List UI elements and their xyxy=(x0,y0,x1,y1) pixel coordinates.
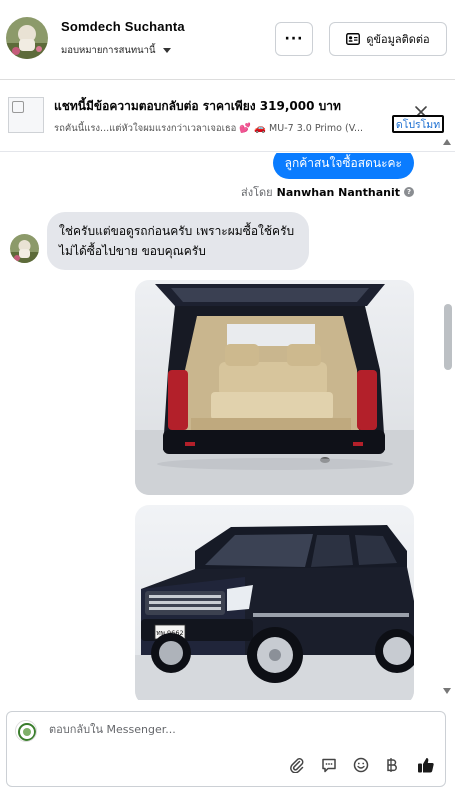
reply-composer xyxy=(6,711,446,787)
help-icon[interactable]: ? xyxy=(404,187,414,197)
payment-button[interactable] xyxy=(381,754,403,776)
message-thread[interactable]: ลูกค้าสนใจซื้อสดนะคะ ส่งโดย Nanwhan Nant… xyxy=(0,153,455,700)
attach-icon xyxy=(290,758,304,773)
page-avatar xyxy=(15,720,37,742)
scrollbar-thumb[interactable] xyxy=(444,304,452,370)
promote-button[interactable]: ดโปรโมท xyxy=(392,115,444,133)
sent-by-line: ส่งโดย Nanwhan Nanthanit ? xyxy=(241,183,414,201)
like-button[interactable] xyxy=(415,754,437,776)
sent-by-name: Nanwhan Nanthanit xyxy=(276,185,400,199)
outgoing-message[interactable]: ลูกค้าสนใจซื้อสดนะคะ xyxy=(272,153,414,179)
banner-subtitle: รถคันนี้แรง...แต่หัวใจผมแรงกว่าเวลาเจอเธ… xyxy=(54,123,364,134)
view-contact-info-button[interactable]: ดูข้อมูลติดต่อ xyxy=(329,22,447,56)
promote-label: ดโปรโมท xyxy=(395,118,441,131)
emoji-button[interactable] xyxy=(350,754,372,776)
conversation-header: Somdech Suchanta มอบหมายการสนทนานี้ ··· … xyxy=(0,0,455,80)
sent-by-prefix: ส่งโดย xyxy=(241,186,273,199)
like-icon xyxy=(418,758,434,773)
assign-label: มอบหมายการสนทนานี้ xyxy=(61,45,156,56)
follow-up-banner: แชทนี้มีข้อความตอบกลับต่อ ราคาเพียง 319,… xyxy=(0,81,455,152)
contact-info-label: ดูข้อมูลติดต่อ xyxy=(366,33,430,46)
assign-conversation-dropdown[interactable]: มอบหมายการสนทนานี้ xyxy=(61,43,171,58)
car-rear-photo[interactable] xyxy=(135,280,414,495)
reply-input[interactable] xyxy=(49,723,429,736)
scroll-up-arrow[interactable] xyxy=(443,139,451,145)
more-options-button[interactable]: ··· xyxy=(275,22,313,56)
contact-card-icon xyxy=(346,33,361,45)
more-icon: ··· xyxy=(284,31,304,47)
sender-avatar[interactable] xyxy=(10,234,39,263)
scroll-down-arrow[interactable] xyxy=(443,688,451,694)
emoji-icon xyxy=(353,757,369,773)
incoming-message[interactable]: ใช่ครับแต่ขอดูรถก่อนครับ เพราะผมซื้อใช้ค… xyxy=(47,212,309,270)
outgoing-message-text: ลูกค้าสนใจซื้อสดนะคะ xyxy=(284,155,402,170)
car-front-photo[interactable]: ทพ 9662 xyxy=(135,505,414,700)
attach-button[interactable] xyxy=(286,754,308,776)
baht-icon xyxy=(387,758,397,772)
contact-name[interactable]: Somdech Suchanta xyxy=(61,19,185,34)
banner-title[interactable]: แชทนี้มีข้อความตอบกลับต่อ ราคาเพียง 319,… xyxy=(54,97,341,116)
listing-thumbnail[interactable] xyxy=(8,97,44,133)
chevron-down-icon xyxy=(162,48,171,53)
saved-replies-button[interactable] xyxy=(318,754,340,776)
contact-avatar[interactable] xyxy=(6,17,48,59)
saved-reply-icon xyxy=(322,758,336,773)
